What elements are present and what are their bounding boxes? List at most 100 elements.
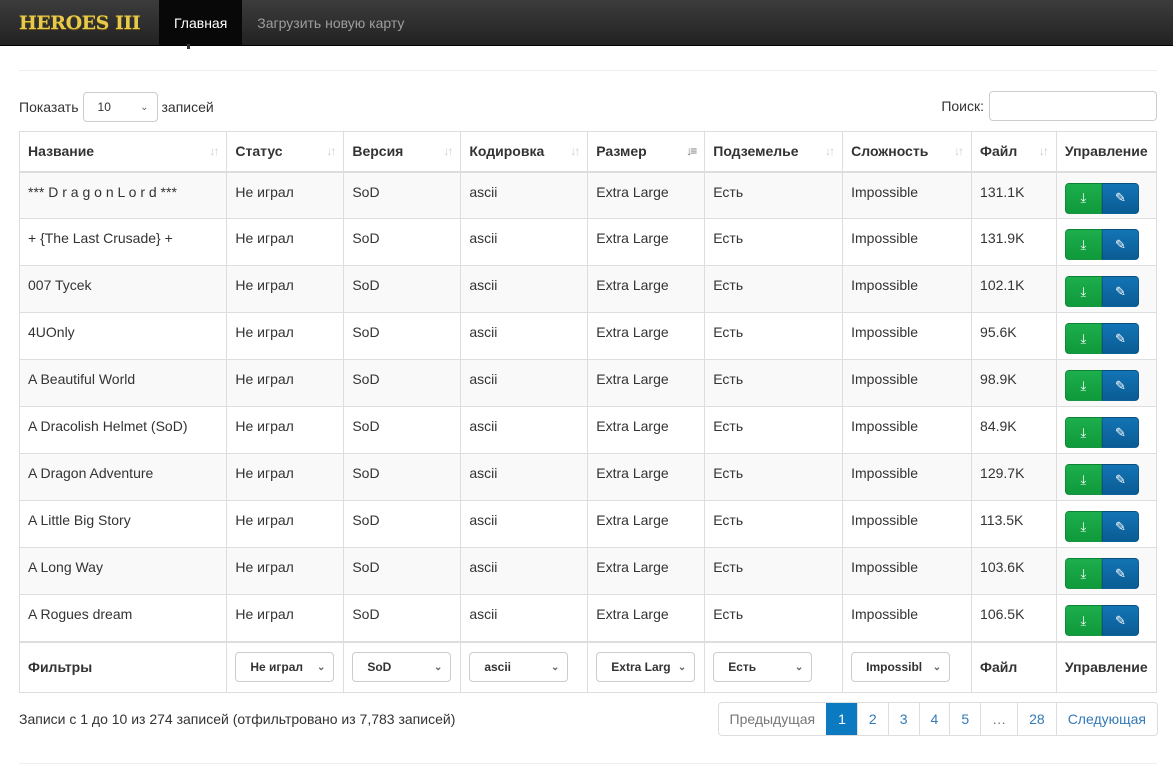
download-button[interactable]: ⤓ [1064,370,1102,401]
edit-button[interactable]: ✎ [1101,511,1139,542]
download-button[interactable]: ⤓ [1064,323,1102,354]
edit-button[interactable]: ✎ [1101,605,1139,636]
column-label: Файл [980,143,1018,160]
page-button[interactable]: 3 [887,703,919,735]
edit-button[interactable]: ✎ [1101,323,1139,354]
column-header[interactable]: Сложность ↓↑ [842,131,973,173]
cell: Extra Large [587,218,706,266]
column-header[interactable]: Кодировка ↓↑ [460,131,589,173]
page-button[interactable]: 1 [826,703,857,735]
edit-button[interactable]: ✎ [1101,558,1139,589]
filters-label: Фильтры [18,640,228,693]
page-button[interactable]: 2 [856,703,888,735]
page-button[interactable]: 5 [949,703,980,735]
page-button[interactable]: 4 [918,703,950,735]
pencil-icon: ✎ [1114,236,1126,252]
cell: Не играл [226,312,345,360]
nav-home[interactable]: Главная [159,0,243,45]
cell: Impossible [842,171,973,219]
download-button[interactable]: ⤓ [1064,464,1102,495]
cell: Extra Large [587,359,706,407]
search-label: Поиск: [941,98,984,114]
cell: Не играл [226,171,345,219]
filter-select[interactable]: SoD ⌄ [352,652,452,683]
cell: 95.6K [971,312,1057,360]
pencil-icon: ✎ [1114,612,1126,628]
sort-asc-icon: ↓≡ [686,144,697,158]
filter-select[interactable]: Не играл ⌄ [235,652,335,683]
cell: Есть [704,218,844,266]
nav-upload-map[interactable]: Загрузить новую карту [242,0,419,45]
cell: SoD [343,453,462,501]
column-header[interactable]: Размер ↓≡ [587,131,706,173]
cell: 103.6K [971,547,1057,595]
column-header[interactable]: Название ↓↑ [18,131,228,173]
table-row: A Dragon Adventure Не играл SoD ascii Extra … [18,453,1158,501]
length-select[interactable]: 10 ⌄ [82,92,158,122]
cell: ascii [460,359,589,407]
column-header[interactable]: Подземелье ↓↑ [704,131,844,173]
cell: SoD [343,406,462,454]
download-button[interactable]: ⤓ [1064,558,1102,589]
cell: Есть [704,500,844,548]
download-button[interactable]: ⤓ [1064,417,1102,448]
edit-button[interactable]: ✎ [1101,182,1139,214]
actions-cell: ⤓ ✎ [1055,406,1158,454]
download-button[interactable]: ⤓ [1064,605,1102,636]
page-button: … [980,703,1017,735]
column-header[interactable]: Версия ↓↑ [343,131,462,173]
cell: ascii [460,312,589,360]
logo[interactable]: HEROES III [0,0,159,45]
chevron-down-icon: ⌄ [550,661,560,673]
edit-button[interactable]: ✎ [1101,417,1139,448]
cell: Не играл [226,359,345,407]
prev-page-button[interactable]: Предыдущая [719,703,827,735]
next-page-button[interactable]: Следующая [1055,703,1157,735]
cell: Не играл [226,453,345,501]
download-button[interactable]: ⤓ [1064,182,1102,214]
cell: Не играл [226,500,345,548]
filter-value: Есть [728,660,757,675]
column-header[interactable]: Статус ↓↑ [226,131,345,173]
download-icon: ⤓ [1080,471,1087,487]
cell: ascii [460,218,589,266]
filter-select[interactable]: Есть ⌄ [713,652,813,683]
length-value: 10 [97,100,111,114]
cell: Есть [704,453,844,501]
edit-button[interactable]: ✎ [1101,276,1139,307]
edit-button[interactable]: ✎ [1101,370,1139,401]
download-button[interactable]: ⤓ [1064,511,1102,542]
cell: SoD [343,171,462,219]
download-button[interactable]: ⤓ [1064,276,1102,307]
cell: *** D r a g o n L o r d *** [18,171,228,219]
column-label: Кодировка [469,143,545,160]
length-prefix: Показать [19,99,79,115]
table-info: Записи с 1 до 10 из 274 записей (отфильт… [19,711,456,727]
cell: A Beautiful World [18,359,228,407]
sort-icon: ↓↑ [954,144,964,158]
cell: A Dracolish Helmet (SoD) [18,406,228,454]
cell: SoD [343,265,462,313]
cell: 129.7K [971,453,1057,501]
cell: Есть [704,594,844,642]
filter-select[interactable]: ascii ⌄ [469,652,569,683]
cell: Не играл [226,547,345,595]
edit-button[interactable]: ✎ [1101,229,1139,260]
cell: Есть [704,406,844,454]
edit-button[interactable]: ✎ [1101,464,1139,495]
pencil-icon: ✎ [1114,424,1126,440]
search-input[interactable] [989,91,1157,121]
sort-icon: ↓↑ [443,144,453,158]
filter-select[interactable]: Impossibl ⌄ [851,652,951,683]
chevron-down-icon: ⌄ [794,661,804,673]
cell: ascii [460,265,589,313]
cell: ascii [460,500,589,548]
download-button[interactable]: ⤓ [1064,229,1102,260]
actions-cell: ⤓ ✎ [1055,453,1158,501]
filter-select[interactable]: Extra Larg ⌄ [596,652,696,683]
column-header[interactable]: Файл ↓↑ [971,131,1057,173]
page-button[interactable]: 28 [1017,703,1056,735]
table-row: A Beautiful World Не играл SoD ascii Extra L… [18,359,1158,407]
cell: Extra Large [587,500,706,548]
cell: Не играл [226,406,345,454]
